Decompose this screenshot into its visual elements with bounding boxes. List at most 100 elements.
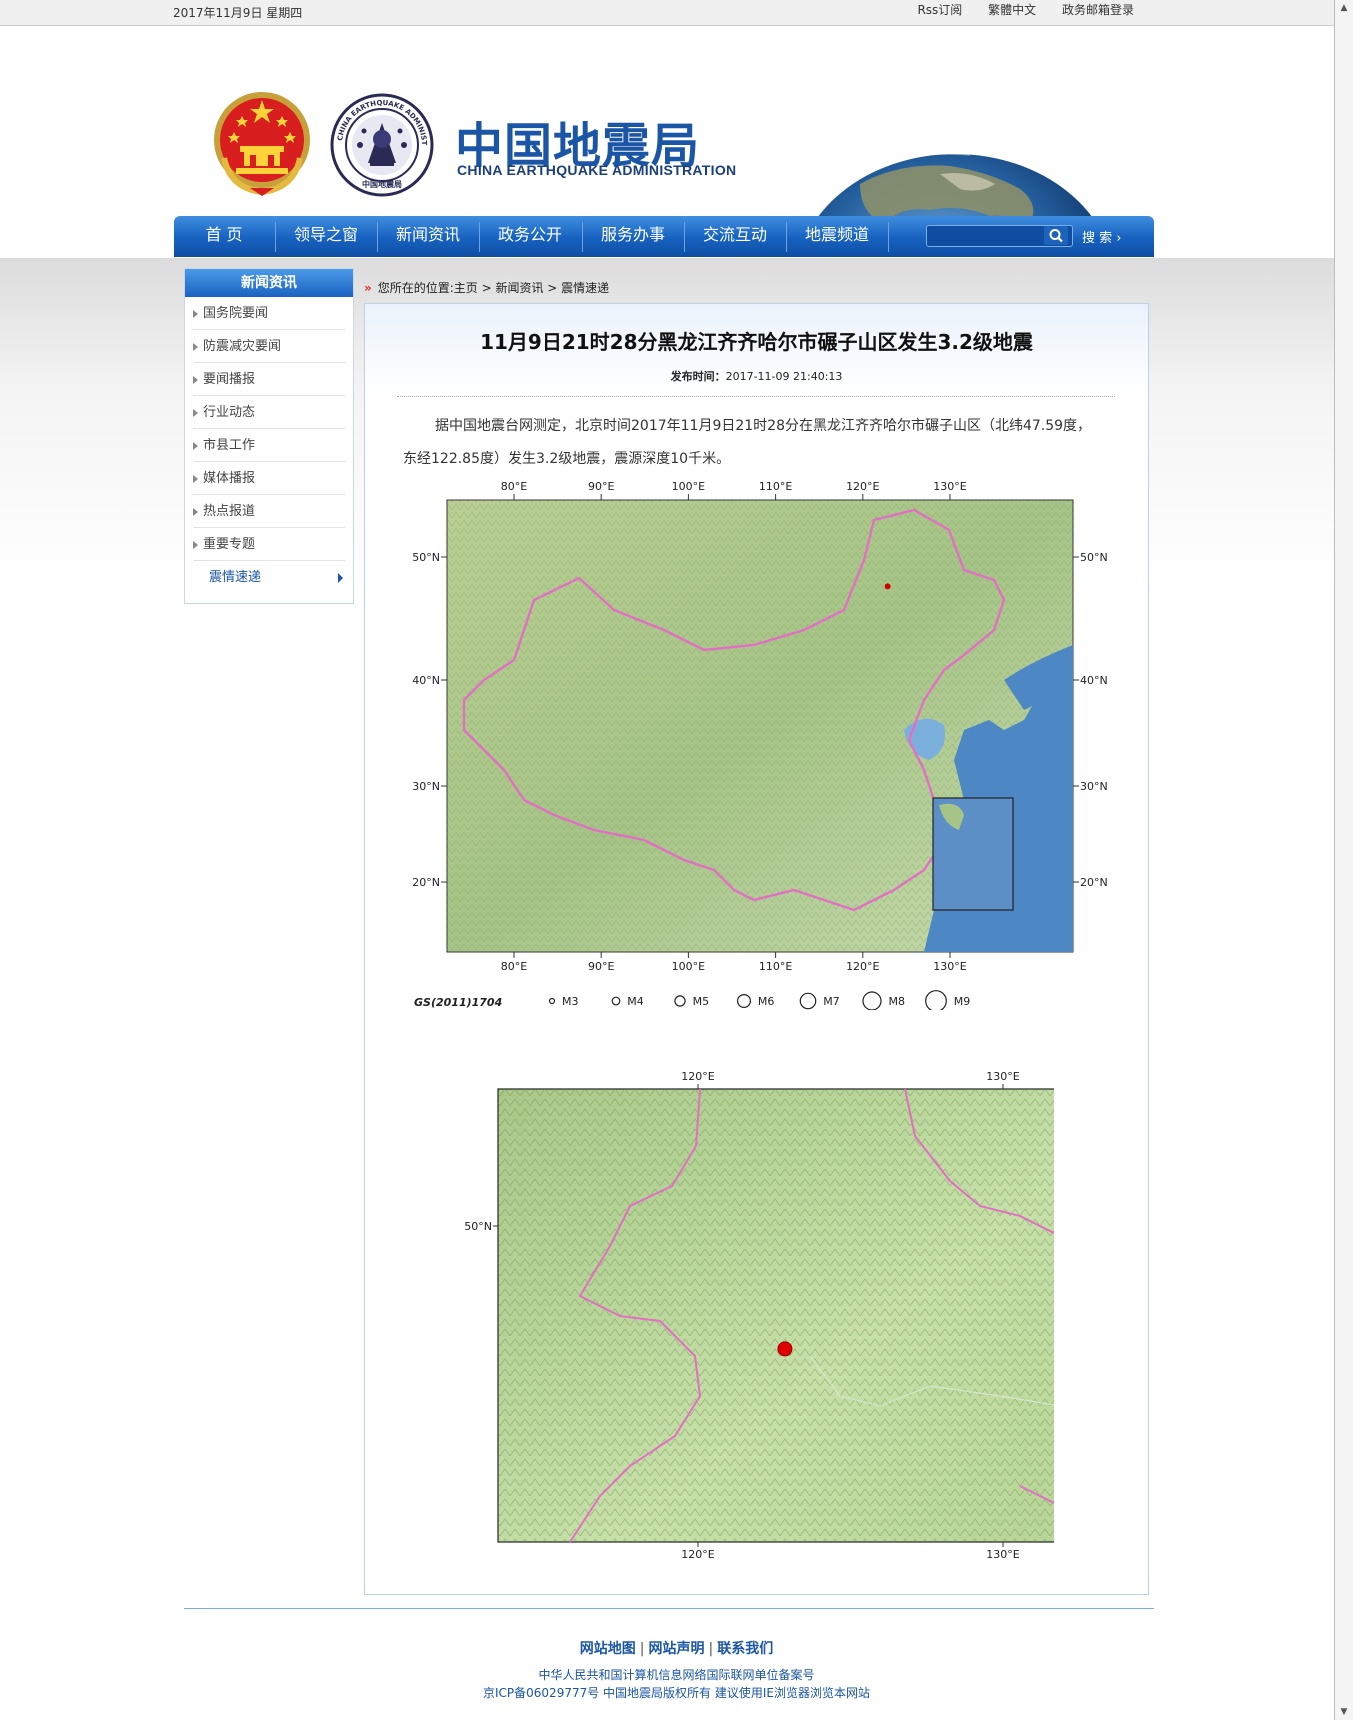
national-emblem-icon bbox=[214, 92, 310, 196]
map-lat-label: 20°N bbox=[412, 876, 440, 889]
map-lon-label: 120°E bbox=[681, 1548, 714, 1561]
legend-magnitude-label: M4 bbox=[627, 995, 644, 1008]
map-lon-label: 130°E bbox=[933, 480, 966, 493]
search-button[interactable] bbox=[1044, 226, 1068, 245]
map-lat-label: 50°N bbox=[464, 1220, 492, 1233]
footer-registration[interactable]: 中华人民共和国计算机信息网络国际联网单位备案号 bbox=[0, 1666, 1353, 1683]
breadcrumb-marker-icon: » bbox=[364, 281, 372, 295]
map-lat-label: 30°N bbox=[1080, 780, 1108, 793]
bullet-triangle-icon bbox=[193, 475, 198, 483]
map-lat-label: 30°N bbox=[412, 780, 440, 793]
bullet-triangle-icon bbox=[193, 343, 198, 351]
legend-magnitude-label: M3 bbox=[562, 995, 579, 1008]
sidebar-item-label: 要闻播报 bbox=[203, 372, 256, 387]
sidebar-title: 新闻资讯 bbox=[185, 269, 353, 297]
sidebar: 新闻资讯 国务院要闻 防震减灾要闻 要闻播报 行业动态 市县工作 媒体播报 热点… bbox=[184, 268, 354, 604]
bullet-triangle-icon bbox=[193, 409, 198, 417]
breadcrumb: » 您所在的位置:主页 > 新闻资讯 > 震情速递 bbox=[364, 279, 609, 296]
sidebar-item-label: 防震减灾要闻 bbox=[203, 339, 282, 354]
active-arrow-icon bbox=[338, 573, 343, 583]
map-lon-label: 100°E bbox=[672, 480, 705, 493]
traditional-chinese-link[interactable]: 繁體中文 bbox=[988, 3, 1036, 17]
bullet-triangle-icon bbox=[193, 508, 198, 516]
search-label-button[interactable]: 搜 索 › bbox=[1082, 227, 1121, 246]
map-lon-label: 90°E bbox=[588, 960, 614, 973]
epicenter-marker bbox=[777, 1341, 793, 1357]
map-lon-label: 130°E bbox=[986, 1070, 1019, 1083]
current-date: 2017年11月9日 星期四 bbox=[173, 6, 303, 20]
sidebar-item-label: 市县工作 bbox=[203, 438, 256, 453]
site-logo-subtitle: CHINA EARTHQUAKE ADMINISTRATION bbox=[457, 162, 737, 178]
cea-seal-icon: CHINA EARTHQUAKE ADMINISTRATION 中国地震局 bbox=[330, 93, 434, 197]
nav-government-affairs[interactable]: 政务公开 bbox=[480, 216, 580, 257]
sidebar-item-earthquake-express[interactable]: 震情速递 bbox=[193, 561, 345, 593]
map-lon-label: 100°E bbox=[672, 960, 705, 973]
map-lon-label: 130°E bbox=[986, 1548, 1019, 1561]
map-lat-label: 40°N bbox=[412, 674, 440, 687]
sidebar-item-industry-news[interactable]: 行业动态 bbox=[193, 396, 345, 429]
footer-sitemap-link[interactable]: 网站地图 bbox=[580, 1641, 636, 1657]
map-lat-label: 20°N bbox=[1080, 876, 1108, 889]
nav-interaction[interactable]: 交流互动 bbox=[685, 216, 785, 257]
map-lon-label: 80°E bbox=[501, 480, 527, 493]
search-input[interactable] bbox=[931, 227, 1045, 245]
sidebar-item-news-broadcast[interactable]: 要闻播报 bbox=[193, 363, 345, 396]
webmail-login-link[interactable]: 政务邮箱登录 bbox=[1062, 3, 1134, 17]
nav-services[interactable]: 服务办事 bbox=[583, 216, 683, 257]
scroll-down-icon[interactable]: ▼ bbox=[1338, 1706, 1350, 1718]
nav-home[interactable]: 首 页 bbox=[174, 216, 274, 257]
sidebar-item-label: 热点报道 bbox=[203, 504, 256, 519]
sidebar-item-label: 媒体播报 bbox=[203, 471, 256, 486]
nav-leadership[interactable]: 领导之窗 bbox=[276, 216, 376, 257]
map-lon-label: 130°E bbox=[933, 960, 966, 973]
map-lat-label: 50°N bbox=[412, 551, 440, 564]
sidebar-item-label: 行业动态 bbox=[203, 405, 256, 420]
sidebar-item-county-work[interactable]: 市县工作 bbox=[193, 429, 345, 462]
sidebar-item-label: 重要专题 bbox=[203, 537, 256, 552]
sidebar-item-hot-reports[interactable]: 热点报道 bbox=[193, 495, 345, 528]
main-nav: 首 页 领导之窗 新闻资讯 政务公开 服务办事 交流互动 地震频道 搜 索 › bbox=[174, 216, 1154, 257]
sidebar-item-state-council-news[interactable]: 国务院要闻 bbox=[193, 297, 345, 330]
map-lon-label: 90°E bbox=[588, 480, 614, 493]
publish-time: 发布时间：2017-11-09 21:40:13 bbox=[365, 368, 1148, 384]
map-lon-label: 120°E bbox=[681, 1070, 714, 1083]
bullet-triangle-icon bbox=[193, 442, 198, 450]
map-credit: GS(2011)1704 bbox=[414, 996, 502, 1009]
article-body: 据中国地震台网测定，北京时间2017年11月9日21时28分在黑龙江齐齐哈尔市碾… bbox=[403, 418, 1092, 467]
footer-copyright: 京ICP备06029777号 中国地震局版权所有 建议使用IE浏览器浏览本网站 bbox=[483, 1686, 870, 1700]
epicenter-zoom-map: 120°E 130°E 50°N 120°E 130°E bbox=[460, 1066, 1054, 1562]
map-lon-label: 110°E bbox=[759, 480, 792, 493]
sidebar-item-special-topics[interactable]: 重要专题 bbox=[193, 528, 345, 561]
scroll-up-icon[interactable]: ▲ bbox=[1338, 2, 1350, 14]
publish-time-label: 发布时间： bbox=[670, 370, 726, 383]
footer-separator: | bbox=[708, 1641, 714, 1657]
sidebar-item-media-broadcast[interactable]: 媒体播报 bbox=[193, 462, 345, 495]
footer-contact-link[interactable]: 联系我们 bbox=[717, 1641, 773, 1657]
china-overview-map: 80°E 90°E 100°E 110°E 120°E 130°E 50°N 40°N 30°… bbox=[404, 470, 1110, 1010]
nav-news[interactable]: 新闻资讯 bbox=[378, 216, 478, 257]
seal-bottom-text: 中国地震局 bbox=[362, 179, 402, 189]
bullet-triangle-icon bbox=[193, 376, 198, 384]
bullet-triangle-icon bbox=[193, 541, 198, 549]
top-links: Rss订阅 繁體中文 政务邮箱登录 bbox=[895, 1, 1134, 18]
legend-magnitude-label: M6 bbox=[758, 995, 775, 1008]
publish-time-value: 2017-11-09 21:40:13 bbox=[725, 370, 843, 383]
article-title: 11月9日21时28分黑龙江齐齐哈尔市碾子山区发生3.2级地震 bbox=[480, 330, 1033, 354]
map-lat-label: 50°N bbox=[1080, 551, 1108, 564]
breadcrumb-text[interactable]: 您所在的位置:主页 > 新闻资讯 > 震情速递 bbox=[378, 281, 609, 295]
map-lon-label: 110°E bbox=[759, 960, 792, 973]
sidebar-list: 国务院要闻 防震减灾要闻 要闻播报 行业动态 市县工作 媒体播报 热点报道 重要… bbox=[185, 297, 353, 593]
map-lon-label: 80°E bbox=[501, 960, 527, 973]
top-bar: 2017年11月9日 星期四 Rss订阅 繁體中文 政务邮箱登录 bbox=[0, 0, 1334, 26]
sidebar-item-label: 震情速递 bbox=[209, 570, 262, 585]
legend-magnitude-label: M9 bbox=[954, 995, 971, 1008]
vertical-scrollbar[interactable]: ▲ ▼ bbox=[1334, 0, 1353, 1720]
nav-earthquake-channel[interactable]: 地震频道 bbox=[787, 216, 887, 257]
footer-divider bbox=[184, 1608, 1154, 1609]
legend-magnitude-label: M5 bbox=[693, 995, 710, 1008]
rss-link[interactable]: Rss订阅 bbox=[917, 3, 962, 17]
legend-magnitude-label: M8 bbox=[889, 995, 906, 1008]
search-icon bbox=[1049, 229, 1063, 243]
footer-statement-link[interactable]: 网站声明 bbox=[649, 1641, 705, 1657]
sidebar-item-disaster-prevention-news[interactable]: 防震减灾要闻 bbox=[193, 330, 345, 363]
